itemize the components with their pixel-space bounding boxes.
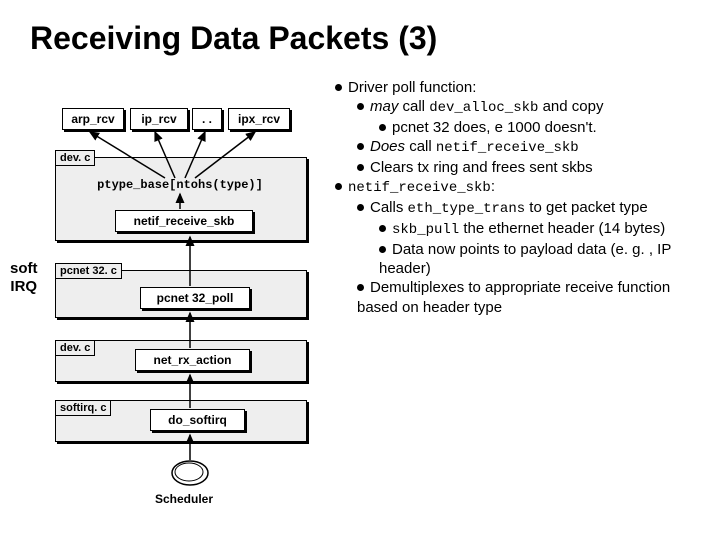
box-dots: . . xyxy=(192,108,222,130)
t: netif_receive_skb xyxy=(348,180,491,196)
bullet-1c: Clears tx ring and frees sent skbs xyxy=(357,158,710,177)
t: Data now points to payload data (e. g. ,… xyxy=(379,241,671,277)
label-scheduler: Scheduler xyxy=(155,492,213,506)
bullet-h2: netif_receive_skb: xyxy=(335,177,710,198)
t: to get packet type xyxy=(525,199,648,216)
bullet-1a-sub: pcnet 32 does, e 1000 doesn't. xyxy=(379,118,710,137)
t: may xyxy=(370,98,398,115)
t: call xyxy=(405,138,436,155)
t: : xyxy=(491,178,495,195)
box-arp-rcv: arp_rcv xyxy=(62,108,124,130)
t: eth_type_trans xyxy=(408,201,526,217)
box-ip-rcv: ip_rcv xyxy=(130,108,188,130)
side-label: soft IRQ xyxy=(10,260,38,296)
side-label-l2: IRQ xyxy=(10,278,38,296)
box-netif: netif_receive_skb xyxy=(115,210,253,232)
bullet-1b: Does call netif_receive_skb xyxy=(357,137,710,158)
box-ipx-rcv: ipx_rcv xyxy=(228,108,290,130)
t: dev_alloc_skb xyxy=(429,100,538,116)
bullet-1a: may call dev_alloc_skb and copy xyxy=(357,97,710,118)
tag-pcnet: pcnet 32. c xyxy=(55,263,122,279)
tag-dev-2: dev. c xyxy=(55,340,95,356)
text-ptype: ptype_base[ntohs(type)] xyxy=(60,178,300,192)
t: skb_pull xyxy=(392,222,459,238)
box-dosoftirq: do_softirq xyxy=(150,409,245,431)
bullet-list: Driver poll function: may call dev_alloc… xyxy=(335,78,710,317)
text-h1: Driver poll function: xyxy=(348,79,476,96)
t: pcnet 32 does, e 1000 doesn't. xyxy=(392,119,597,136)
t: the ethernet header (14 bytes) xyxy=(459,220,665,237)
bullet-2b: Demultiplexes to appropriate receive fun… xyxy=(357,278,710,316)
bullet-2a-sub1: skb_pull the ethernet header (14 bytes) xyxy=(379,219,710,240)
box-pcnet-poll: pcnet 32_poll xyxy=(140,287,250,309)
box-netrx: net_rx_action xyxy=(135,349,250,371)
t: call xyxy=(398,98,429,115)
t: Does xyxy=(370,138,405,155)
t: Calls xyxy=(370,199,408,216)
t: Clears tx ring and frees sent skbs xyxy=(370,159,593,176)
t: Demultiplexes to appropriate receive fun… xyxy=(357,279,670,315)
tag-softirq: softirq. c xyxy=(55,400,111,416)
tag-dev-1: dev. c xyxy=(55,150,95,166)
bullet-2a-sub2: Data now points to payload data (e. g. ,… xyxy=(379,240,710,278)
t: netif_receive_skb xyxy=(436,140,579,156)
side-label-l1: soft xyxy=(10,260,38,278)
bullet-2a: Calls eth_type_trans to get packet type xyxy=(357,198,710,219)
bullet-h1: Driver poll function: xyxy=(335,78,710,97)
slide-title: Receiving Data Packets (3) xyxy=(30,20,437,57)
t: and copy xyxy=(538,98,603,115)
